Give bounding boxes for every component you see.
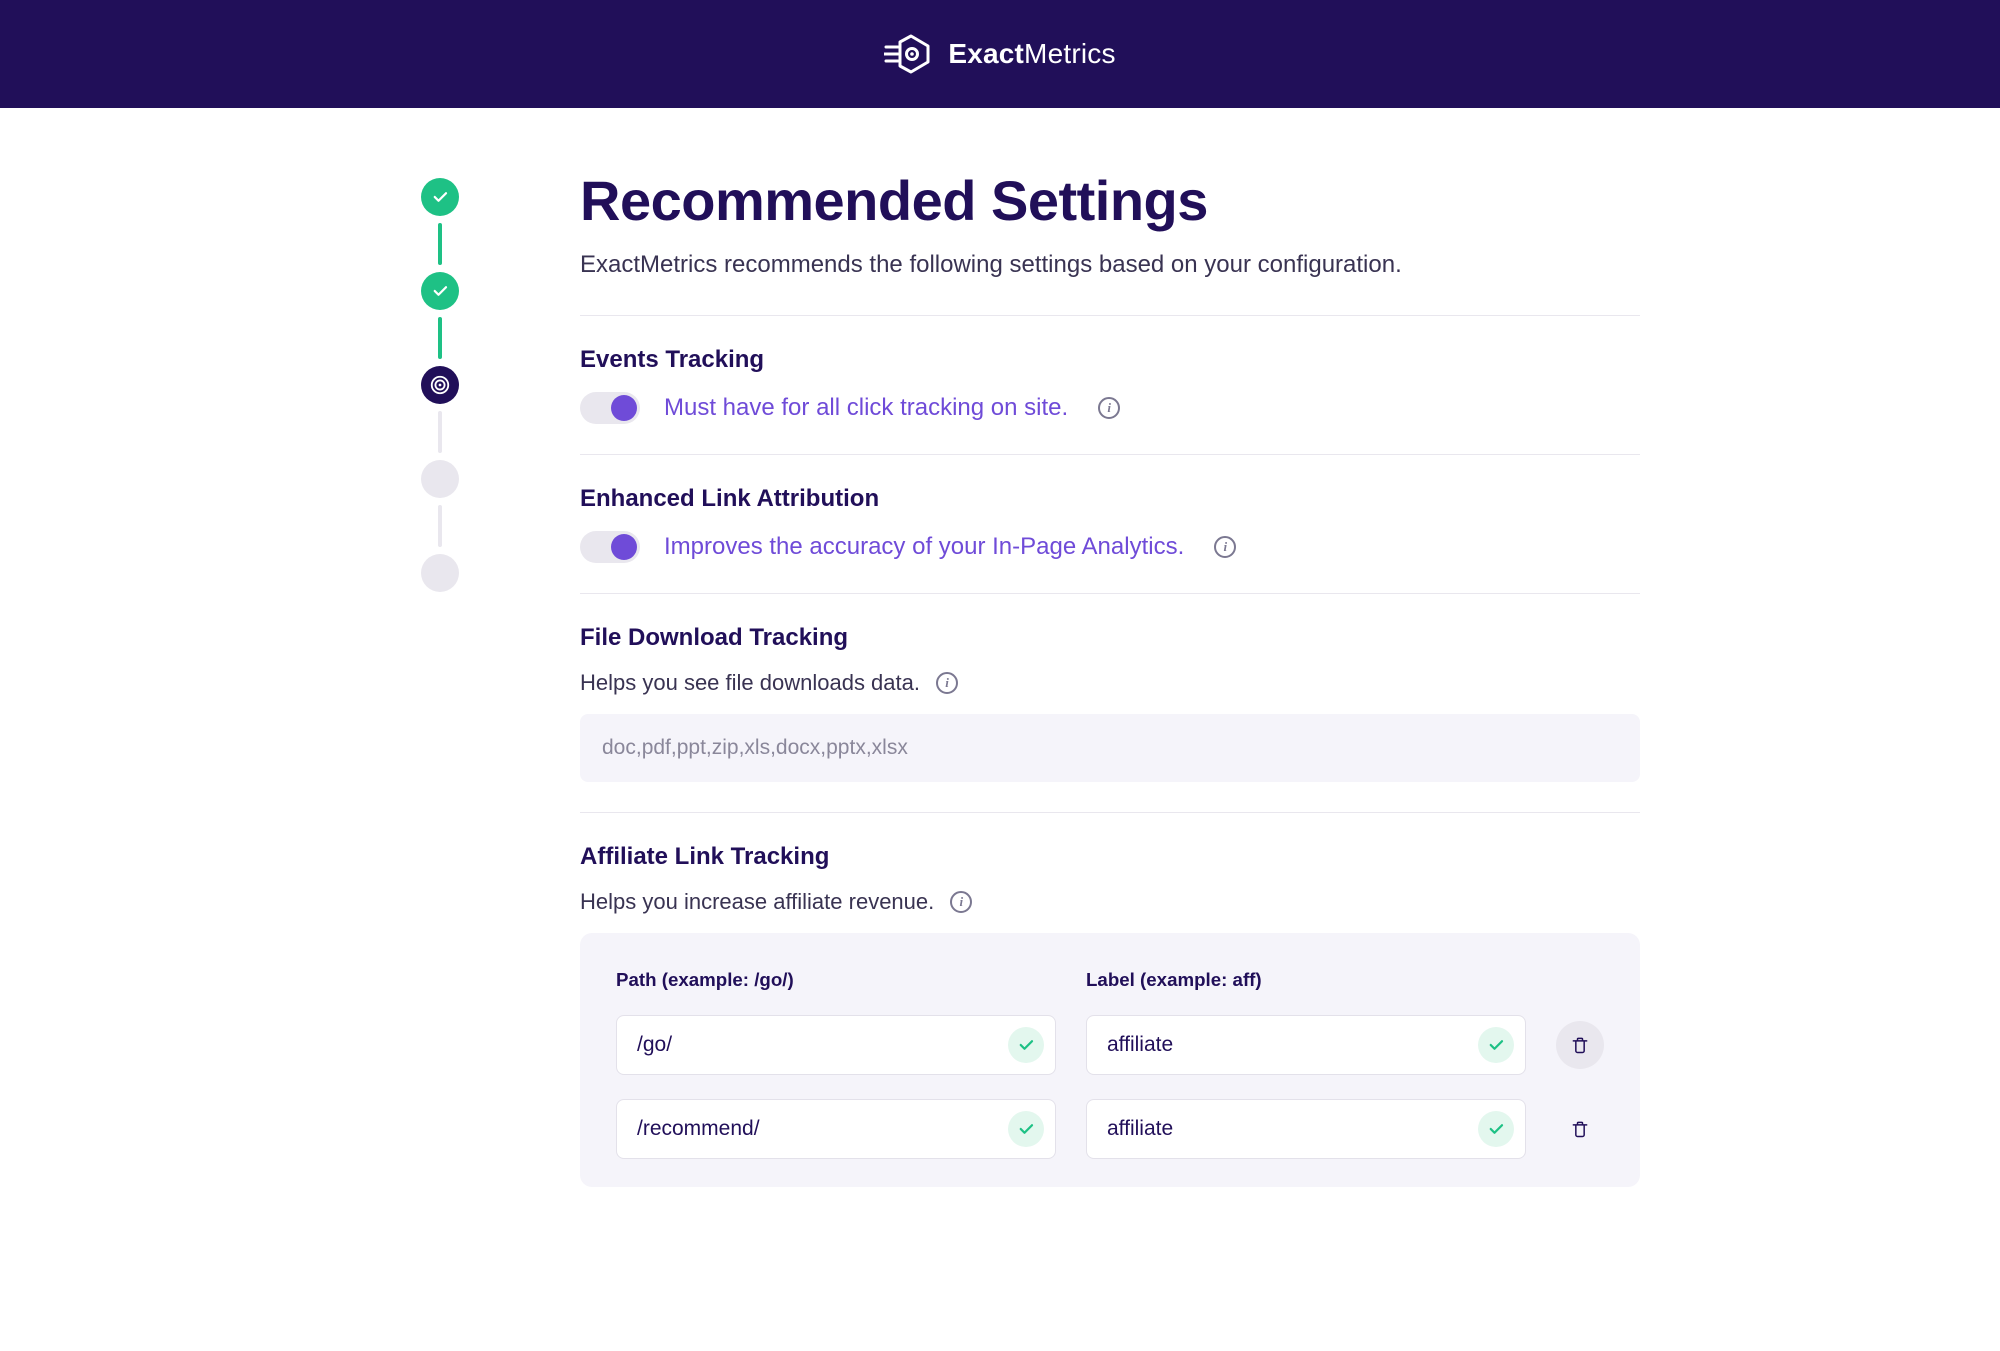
affiliate-panel: Path (example: /go/) Label (example: aff… <box>580 933 1640 1187</box>
setting-row: Must have for all click tracking on site… <box>580 392 1640 424</box>
section-title: Events Tracking <box>580 346 1640 374</box>
step-1-complete[interactable] <box>421 178 459 216</box>
helper-text: Helps you see file downloads data. i <box>580 670 1640 696</box>
section-events-tracking: Events Tracking Must have for all click … <box>580 316 1640 454</box>
affiliate-path-input[interactable] <box>616 1015 1056 1075</box>
affiliate-label-header: Label (example: aff) <box>1086 969 1526 991</box>
setting-row: Improves the accuracy of your In-Page An… <box>580 531 1640 563</box>
delete-row-button[interactable] <box>1556 1021 1604 1069</box>
info-icon[interactable]: i <box>950 891 972 913</box>
section-affiliate: Affiliate Link Tracking Helps you increa… <box>580 813 1640 1217</box>
enhanced-link-toggle[interactable] <box>580 531 640 563</box>
step-3-current[interactable] <box>421 366 459 404</box>
affiliate-row <box>616 1099 1604 1159</box>
helper-text: Helps you increase affiliate revenue. i <box>580 889 1640 915</box>
file-extensions-input[interactable] <box>580 714 1640 782</box>
info-icon[interactable]: i <box>936 672 958 694</box>
check-icon <box>1478 1027 1514 1063</box>
events-tracking-toggle[interactable] <box>580 392 640 424</box>
trash-icon <box>1570 1119 1590 1139</box>
brand-logo: ExactMetrics <box>884 33 1115 75</box>
info-icon[interactable]: i <box>1098 397 1120 419</box>
wizard-stepper <box>300 168 580 1217</box>
setting-description: Improves the accuracy of your In-Page An… <box>664 533 1184 561</box>
check-icon <box>1478 1111 1514 1147</box>
step-connector <box>438 505 442 547</box>
section-title: File Download Tracking <box>580 624 1640 652</box>
section-enhanced-link: Enhanced Link Attribution Improves the a… <box>580 455 1640 593</box>
check-icon <box>1008 1027 1044 1063</box>
step-5-future[interactable] <box>421 554 459 592</box>
step-connector <box>438 223 442 265</box>
setting-description: Must have for all click tracking on site… <box>664 394 1068 422</box>
brand-name: ExactMetrics <box>948 38 1115 70</box>
page-subtitle: ExactMetrics recommends the following se… <box>580 251 1640 279</box>
step-connector <box>438 411 442 453</box>
brand-logo-icon <box>884 33 934 75</box>
info-icon[interactable]: i <box>1214 536 1236 558</box>
trash-icon <box>1570 1035 1590 1055</box>
affiliate-label-input[interactable] <box>1086 1099 1526 1159</box>
page-title: Recommended Settings <box>580 168 1640 233</box>
section-title: Enhanced Link Attribution <box>580 485 1640 513</box>
delete-row-button[interactable] <box>1556 1105 1604 1153</box>
affiliate-label-input[interactable] <box>1086 1015 1526 1075</box>
step-2-complete[interactable] <box>421 272 459 310</box>
section-title: Affiliate Link Tracking <box>580 843 1640 871</box>
step-connector <box>438 317 442 359</box>
affiliate-path-input[interactable] <box>616 1099 1056 1159</box>
top-bar: ExactMetrics <box>0 0 2000 108</box>
check-icon <box>1008 1111 1044 1147</box>
affiliate-row <box>616 1015 1604 1075</box>
step-4-future[interactable] <box>421 460 459 498</box>
section-file-downloads: File Download Tracking Helps you see fil… <box>580 594 1640 812</box>
main-content: Recommended Settings ExactMetrics recomm… <box>580 168 1700 1217</box>
affiliate-path-header: Path (example: /go/) <box>616 969 1056 991</box>
